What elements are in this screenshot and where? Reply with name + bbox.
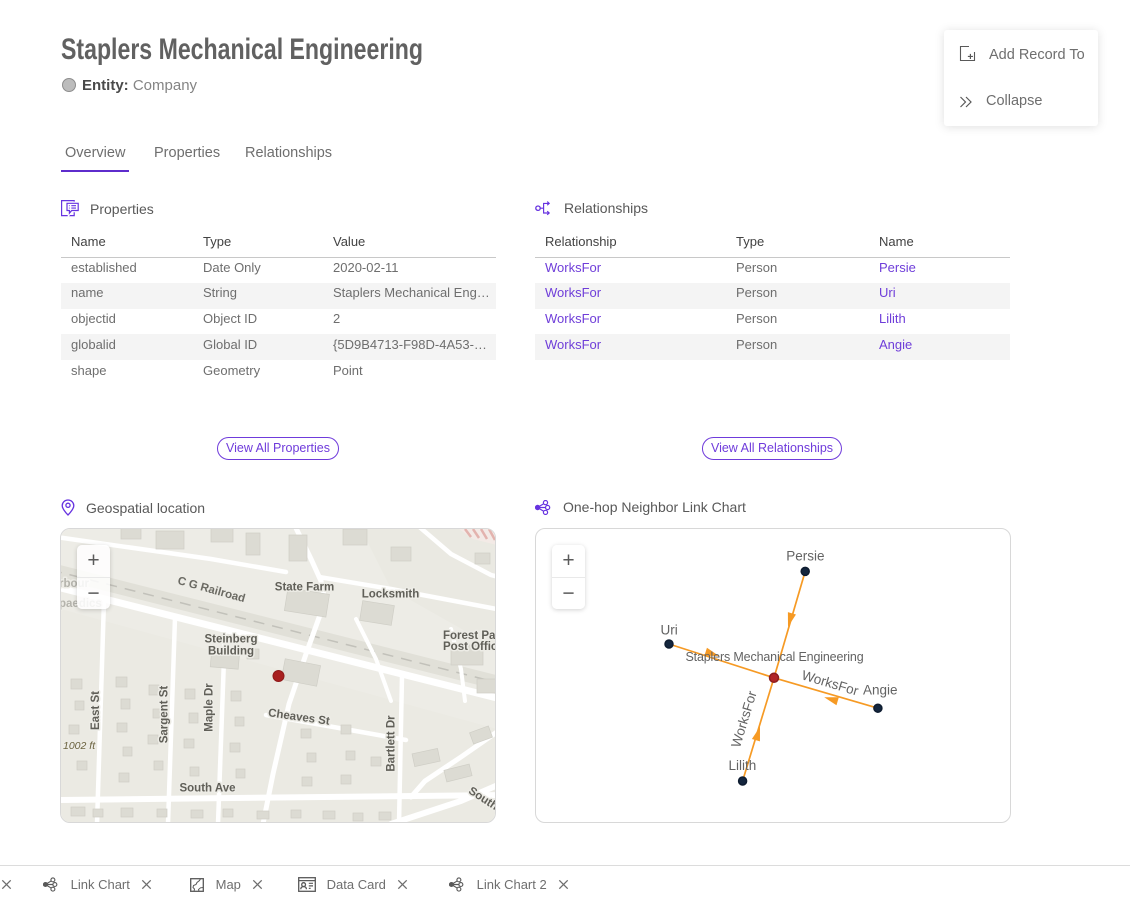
svg-text:Building: Building bbox=[208, 646, 254, 658]
svg-text:East St: East St bbox=[90, 691, 102, 730]
svg-text:Sargent St: Sargent St bbox=[159, 686, 171, 744]
svg-text:Persie: Persie bbox=[786, 549, 824, 564]
svg-text:South Ave: South Ave bbox=[179, 783, 235, 795]
svg-text:Locksmith: Locksmith bbox=[362, 589, 420, 601]
svg-text:Lilith: Lilith bbox=[729, 758, 757, 773]
svg-text:Post Offic: Post Offic bbox=[443, 641, 496, 653]
svg-text:Steinberg: Steinberg bbox=[204, 634, 257, 646]
svg-text:Maple Dr: Maple Dr bbox=[204, 683, 216, 732]
svg-text:Bartlett Dr: Bartlett Dr bbox=[386, 715, 398, 772]
svg-text:1002 ft: 1002 ft bbox=[63, 740, 96, 752]
svg-text:Angie: Angie bbox=[863, 683, 898, 698]
svg-text:State Farm: State Farm bbox=[275, 582, 334, 594]
svg-text:Staplers Mechanical Engineerin: Staplers Mechanical Engineering bbox=[685, 650, 863, 664]
svg-text:Uri: Uri bbox=[660, 622, 677, 637]
